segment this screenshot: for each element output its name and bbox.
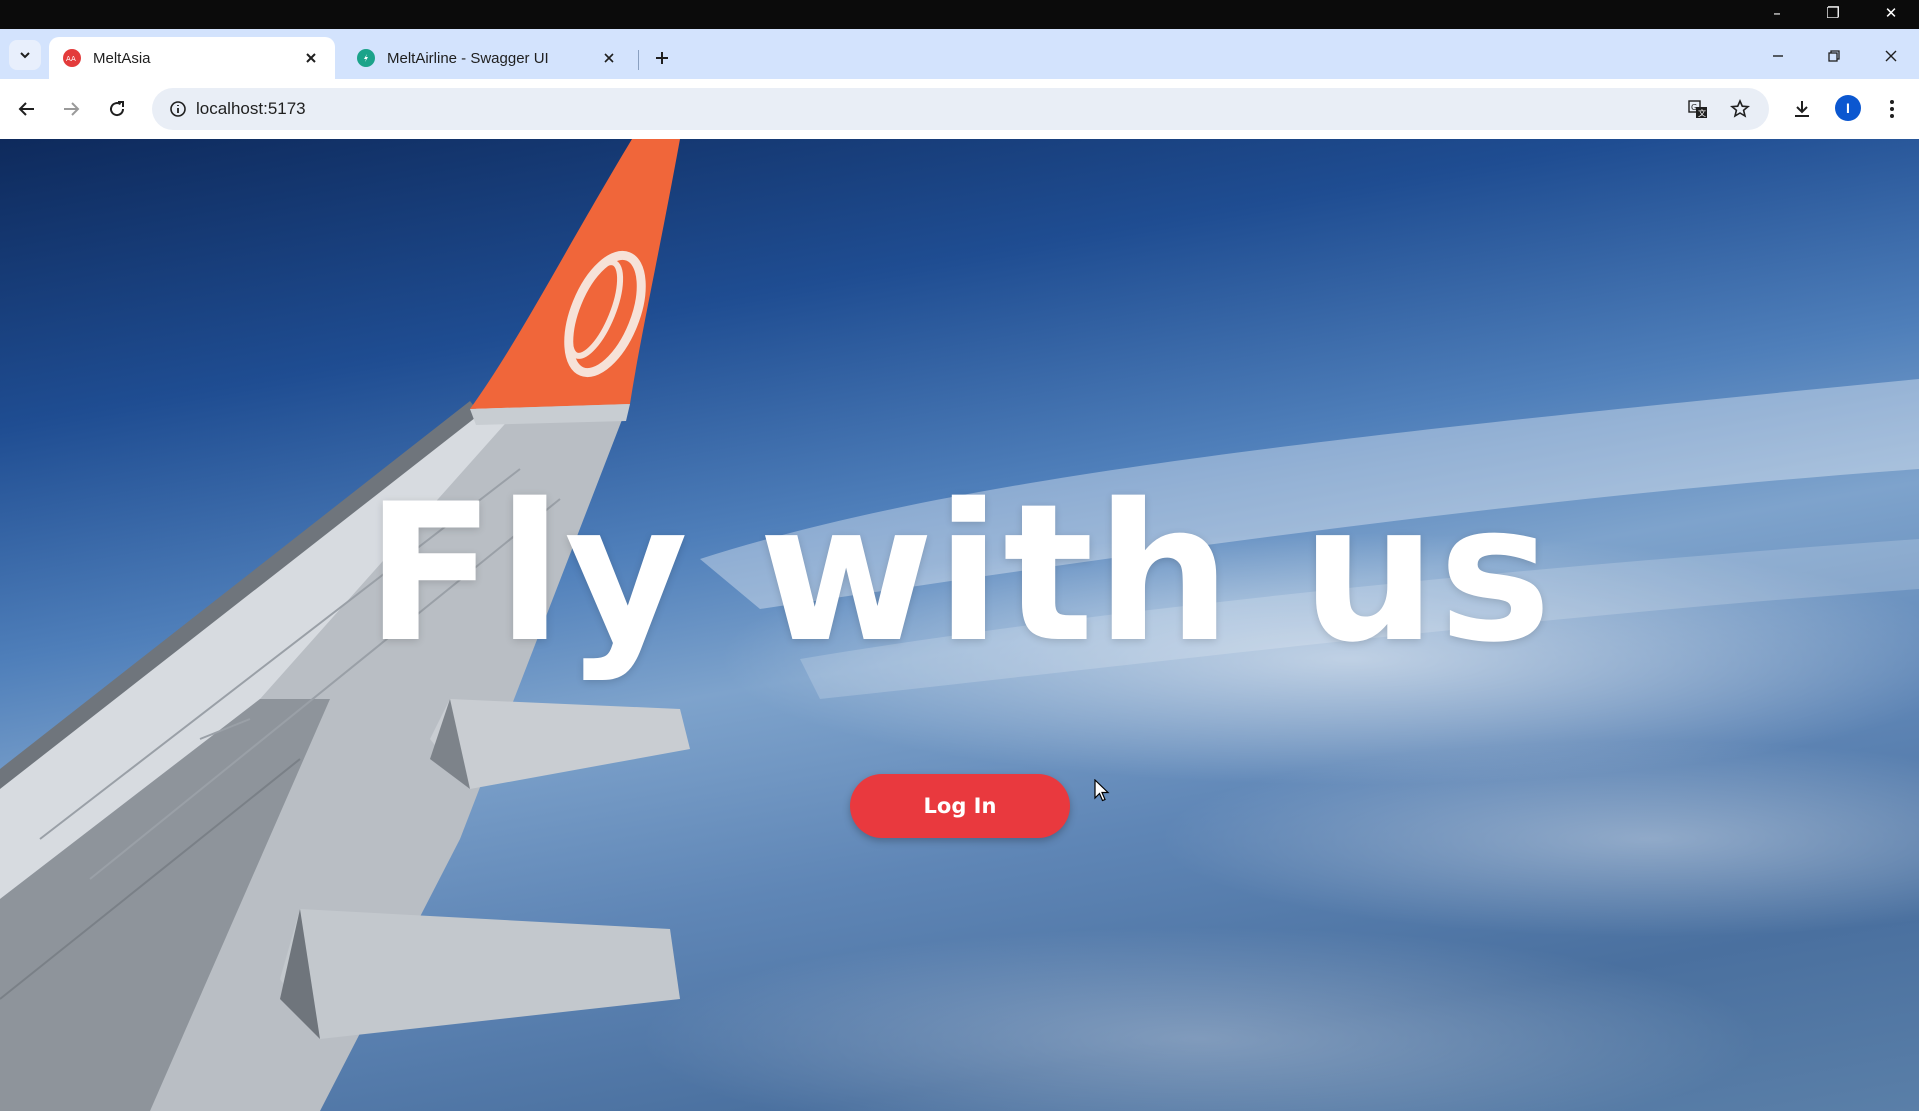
- address-bar[interactable]: localhost:5173 G文: [152, 88, 1769, 130]
- mouse-cursor-icon: [1094, 779, 1110, 802]
- os-title-bar: – ❐ ✕: [0, 0, 1919, 29]
- chevron-down-icon: [20, 52, 30, 59]
- back-button[interactable]: [11, 93, 43, 125]
- site-info-icon[interactable]: [166, 97, 190, 121]
- arrow-right-icon: [64, 102, 80, 116]
- os-minimize-icon[interactable]: –: [1762, 4, 1792, 22]
- os-close-icon[interactable]: ✕: [1876, 4, 1906, 22]
- restore-button[interactable]: [1816, 43, 1852, 69]
- plus-icon: [656, 52, 668, 64]
- tab-search-button[interactable]: [9, 40, 41, 70]
- tab-divider: [638, 50, 639, 70]
- tab-swagger[interactable]: MeltAirline - Swagger UI: [343, 37, 633, 79]
- download-icon: [1795, 101, 1809, 117]
- reload-button[interactable]: [101, 93, 133, 125]
- avatar[interactable]: I: [1835, 95, 1861, 121]
- airasia-logo-icon: AA: [63, 49, 81, 67]
- tab-strip: AA MeltAsia MeltAirline - Swagger UI: [0, 29, 1919, 79]
- os-restore-icon[interactable]: ❐: [1818, 4, 1848, 22]
- translate-icon[interactable]: G文: [1686, 97, 1710, 121]
- tab-title: MeltAirline - Swagger UI: [387, 49, 549, 67]
- arrow-left-icon: [18, 102, 34, 116]
- close-window-button[interactable]: [1873, 43, 1909, 69]
- menu-button[interactable]: [1876, 93, 1908, 125]
- minimize-button[interactable]: [1760, 43, 1796, 69]
- browser-toolbar: localhost:5173 G文 I: [0, 79, 1919, 139]
- hero-title: Fly with us: [365, 463, 1554, 684]
- reload-icon: [110, 101, 125, 117]
- close-icon[interactable]: [599, 48, 619, 68]
- swagger-logo-icon: [357, 49, 375, 67]
- close-icon: [1885, 50, 1897, 62]
- login-button[interactable]: Log In: [850, 774, 1070, 838]
- tab-meltasia[interactable]: AA MeltAsia: [49, 37, 335, 79]
- url-text: localhost:5173: [196, 99, 306, 118]
- star-icon[interactable]: [1728, 97, 1752, 121]
- restore-icon: [1828, 50, 1840, 62]
- close-icon[interactable]: [301, 48, 321, 68]
- svg-text:AA: AA: [66, 55, 76, 62]
- tab-title: MeltAsia: [93, 49, 151, 67]
- kebab-menu-icon: [1890, 100, 1894, 118]
- svg-text:文: 文: [1698, 108, 1706, 118]
- new-tab-button[interactable]: [648, 44, 676, 72]
- forward-button[interactable]: [55, 93, 87, 125]
- downloads-button[interactable]: [1786, 93, 1818, 125]
- landing-page: Fly with us Log In: [0, 139, 1919, 1111]
- minimize-icon: [1773, 55, 1783, 57]
